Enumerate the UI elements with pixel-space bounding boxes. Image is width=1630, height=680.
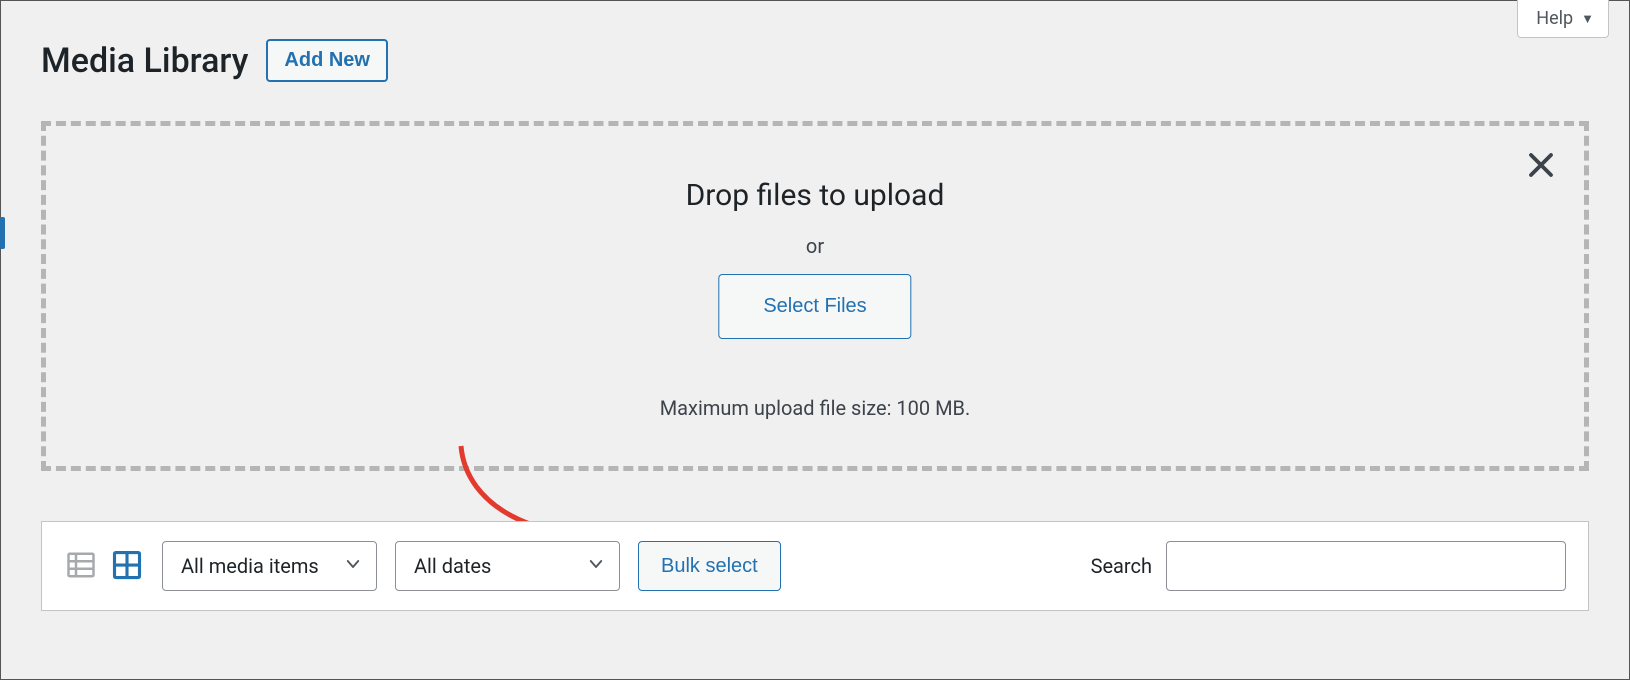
grid-icon — [112, 550, 142, 583]
upload-dropzone[interactable]: Drop files to upload or Select Files Max… — [41, 121, 1589, 471]
select-files-button[interactable]: Select Files — [718, 274, 911, 339]
dropzone-title: Drop files to upload — [46, 178, 1584, 213]
media-type-filter-value: All media items — [181, 554, 319, 578]
grid-view-button[interactable] — [110, 549, 144, 583]
left-accent-bar — [0, 217, 5, 249]
media-toolbar: All media items All dates Bulk select Se… — [41, 521, 1589, 611]
add-new-button[interactable]: Add New — [266, 39, 388, 82]
dropzone-or-text: or — [46, 234, 1584, 258]
search-wrap: Search — [1091, 541, 1566, 591]
bulk-select-button[interactable]: Bulk select — [638, 541, 781, 591]
chevron-down-icon — [344, 554, 362, 578]
list-icon — [66, 550, 96, 583]
view-toggle — [64, 549, 144, 583]
media-type-filter[interactable]: All media items — [162, 541, 377, 591]
search-input[interactable] — [1166, 541, 1566, 591]
search-label: Search — [1091, 554, 1152, 578]
date-filter-value: All dates — [414, 554, 491, 578]
header-row: Media Library Add New — [41, 39, 388, 82]
triangle-down-icon: ▼ — [1581, 11, 1594, 27]
chevron-down-icon — [587, 554, 605, 578]
media-library-page: Help ▼ Media Library Add New Drop files … — [0, 0, 1630, 680]
date-filter[interactable]: All dates — [395, 541, 620, 591]
help-label: Help — [1536, 8, 1573, 29]
page-title: Media Library — [41, 41, 248, 81]
help-tab[interactable]: Help ▼ — [1517, 0, 1609, 38]
list-view-button[interactable] — [64, 549, 98, 583]
max-upload-size-text: Maximum upload file size: 100 MB. — [46, 396, 1584, 420]
